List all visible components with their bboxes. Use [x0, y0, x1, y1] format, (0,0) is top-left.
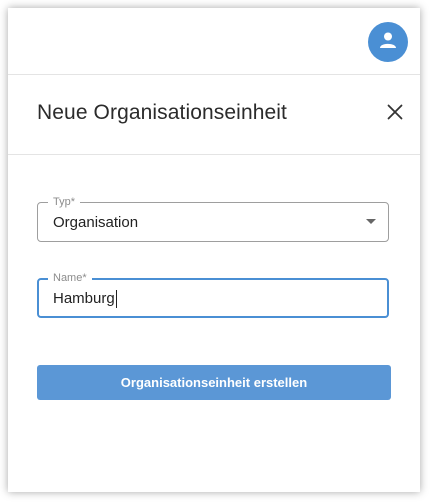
user-icon — [378, 30, 398, 55]
user-avatar-button[interactable] — [368, 22, 408, 62]
name-input-value: Hamburg — [53, 290, 115, 307]
dialog-header: Neue Organisationseinheit — [8, 75, 420, 155]
type-select[interactable]: Typ* Organisation — [37, 195, 389, 242]
chevron-down-icon — [366, 219, 376, 224]
type-field-label: Typ* — [48, 195, 81, 209]
close-icon — [387, 104, 403, 125]
create-organisation-unit-button[interactable]: Organisationseinheit erstellen — [37, 365, 391, 400]
name-input[interactable]: Name* Hamburg — [37, 271, 389, 318]
text-cursor — [115, 290, 117, 308]
name-field-label: Name* — [48, 271, 92, 285]
type-select-value: Organisation — [53, 214, 139, 231]
dialog-window: Neue Organisationseinheit Typ* Organisat… — [8, 8, 420, 492]
dialog-title: Neue Organisationseinheit — [37, 101, 287, 124]
close-button[interactable] — [384, 103, 406, 125]
name-input-value-wrapper: Hamburg — [53, 290, 117, 308]
top-bar — [8, 8, 420, 75]
